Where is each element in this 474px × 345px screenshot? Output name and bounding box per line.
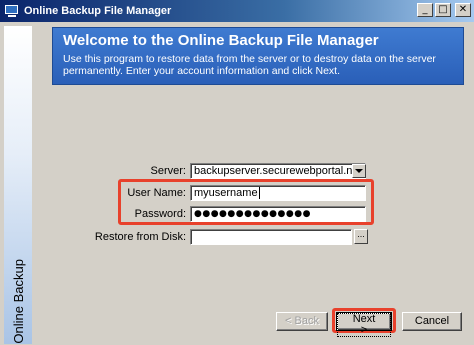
text-cursor	[258, 187, 260, 200]
sidebar-banner: Online Backup	[4, 26, 32, 344]
restore-path-input[interactable]	[190, 229, 352, 245]
browse-button[interactable]: ...	[354, 229, 368, 244]
chevron-down-icon	[355, 169, 363, 173]
sidebar-label: Online Backup	[10, 259, 26, 344]
username-value: myusername	[194, 187, 258, 199]
window-title: Online Backup File Manager	[24, 5, 172, 17]
next-button-label: Next >	[337, 313, 391, 337]
page-title: Welcome to the Online Backup File Manage…	[63, 32, 379, 49]
back-button[interactable]: < Back	[276, 312, 328, 331]
server-value: backupserver.securewebportal.net:5470	[194, 165, 365, 177]
server-label: Server:	[150, 165, 186, 177]
next-button[interactable]: Next >	[336, 312, 392, 337]
restore-label: Restore from Disk:	[94, 231, 186, 243]
header-panel: Welcome to the Online Backup File Manage…	[52, 27, 464, 85]
username-input[interactable]: myusername	[190, 185, 366, 201]
cancel-button[interactable]: Cancel	[402, 312, 462, 331]
password-label: Password:	[134, 208, 186, 220]
username-label: User Name:	[127, 187, 186, 199]
app-icon	[4, 3, 20, 19]
wizard-window: Online Backup Welcome to the Online Back…	[0, 22, 474, 345]
password-input[interactable]: ●●●●●●●●●●●●●●	[190, 206, 366, 222]
server-select[interactable]: backupserver.securewebportal.net:5470	[190, 163, 366, 179]
page-description: Use this program to restore data from th…	[63, 53, 436, 77]
maximize-button[interactable]: □	[435, 3, 451, 17]
minimize-button[interactable]: _	[417, 3, 433, 17]
title-bar[interactable]: Online Backup File Manager _ □ ✕	[0, 0, 474, 22]
server-dropdown-button[interactable]	[352, 164, 366, 178]
password-value: ●●●●●●●●●●●●●●	[194, 209, 311, 219]
close-button[interactable]: ✕	[455, 3, 471, 17]
